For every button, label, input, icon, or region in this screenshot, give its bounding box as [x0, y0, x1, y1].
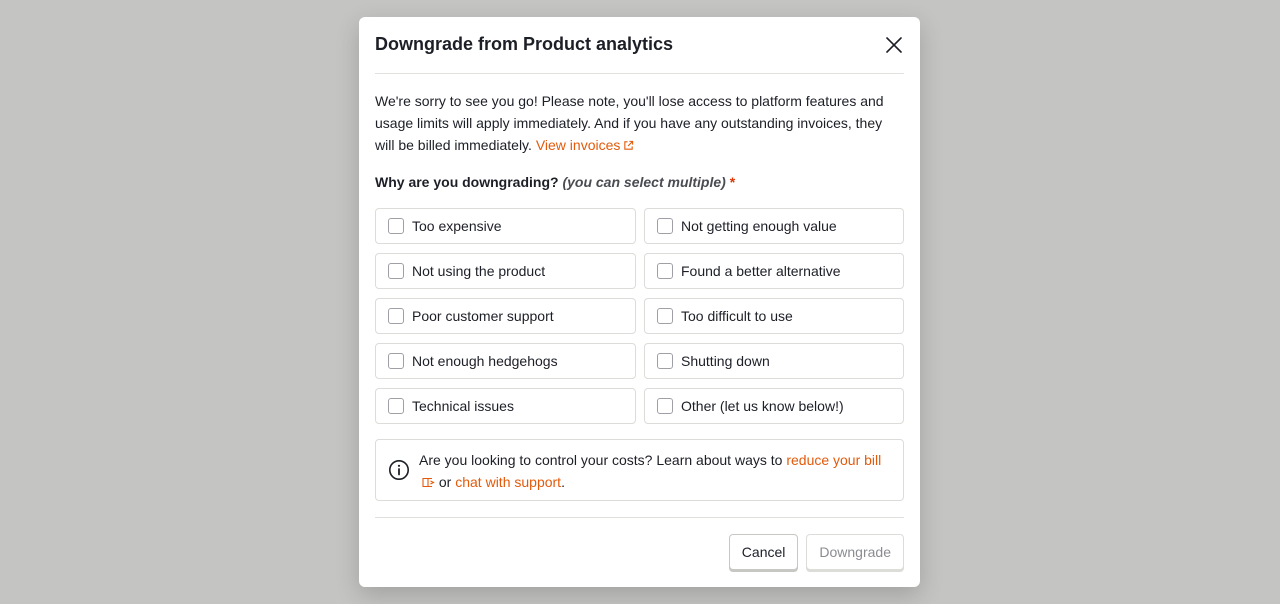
modal-header: Downgrade from Product analytics [375, 17, 904, 74]
info-text-before: Are you looking to control your costs? L… [419, 452, 783, 468]
checkbox[interactable] [388, 308, 404, 324]
option-label: Found a better alternative [681, 263, 841, 279]
close-button[interactable] [880, 31, 908, 59]
reason-option-shutting-down[interactable]: Shutting down [644, 343, 904, 379]
checkbox[interactable] [657, 218, 673, 234]
info-text-end: . [561, 474, 565, 490]
reason-option-not-using[interactable]: Not using the product [375, 253, 636, 289]
checkbox[interactable] [388, 353, 404, 369]
checkbox[interactable] [657, 398, 673, 414]
reason-option-technical-issues[interactable]: Technical issues [375, 388, 636, 424]
view-invoices-link[interactable]: View invoices [536, 137, 635, 153]
checkbox[interactable] [388, 263, 404, 279]
reason-option-better-alternative[interactable]: Found a better alternative [644, 253, 904, 289]
checkbox[interactable] [657, 353, 673, 369]
checkbox[interactable] [388, 218, 404, 234]
checkbox[interactable] [657, 308, 673, 324]
downgrade-notice: We're sorry to see you go! Please note, … [375, 90, 904, 156]
modal-title: Downgrade from Product analytics [375, 33, 674, 54]
info-text-or: or [438, 474, 452, 490]
question-hint: (you can select multiple) [562, 174, 726, 190]
reason-option-not-enough-value[interactable]: Not getting enough value [644, 208, 904, 244]
option-label: Too difficult to use [681, 308, 793, 324]
reason-option-too-expensive[interactable]: Too expensive [375, 208, 636, 244]
option-label: Poor customer support [412, 308, 554, 324]
cost-info-banner: Are you looking to control your costs? L… [375, 439, 904, 501]
info-icon [389, 460, 409, 480]
downgrade-question: Why are you downgrading? (you can select… [375, 172, 904, 192]
option-label: Not enough hedgehogs [412, 353, 558, 369]
reason-option-other[interactable]: Other (let us know below!) [644, 388, 904, 424]
modal-footer: Cancel Downgrade [375, 517, 904, 587]
reason-option-hedgehogs[interactable]: Not enough hedgehogs [375, 343, 636, 379]
docs-link-icon [422, 477, 435, 488]
downgrade-modal: Downgrade from Product analytics We're s… [359, 17, 920, 587]
reduce-bill-label: reduce your bill [786, 452, 882, 468]
reason-option-poor-support[interactable]: Poor customer support [375, 298, 636, 334]
cancel-button[interactable]: Cancel [728, 534, 799, 570]
option-label: Not using the product [412, 263, 546, 279]
view-invoices-label: View invoices [535, 137, 621, 153]
reason-options: Too expensive Not getting enough value N… [375, 208, 904, 424]
downgrade-button[interactable]: Downgrade [806, 534, 904, 570]
close-icon [886, 37, 902, 53]
question-text: Why are you downgrading? [375, 174, 559, 190]
option-label: Shutting down [681, 353, 770, 369]
checkbox[interactable] [388, 398, 404, 414]
external-link-icon [624, 140, 634, 150]
checkbox[interactable] [657, 263, 673, 279]
option-label: Other (let us know below!) [681, 398, 844, 414]
option-label: Technical issues [412, 398, 514, 414]
chat-support-link[interactable]: chat with support [455, 474, 561, 490]
reason-option-too-difficult[interactable]: Too difficult to use [644, 298, 904, 334]
required-marker: * [729, 174, 736, 190]
option-label: Too expensive [412, 218, 502, 234]
info-text: Are you looking to control your costs? L… [419, 449, 891, 493]
option-label: Not getting enough value [681, 218, 837, 234]
